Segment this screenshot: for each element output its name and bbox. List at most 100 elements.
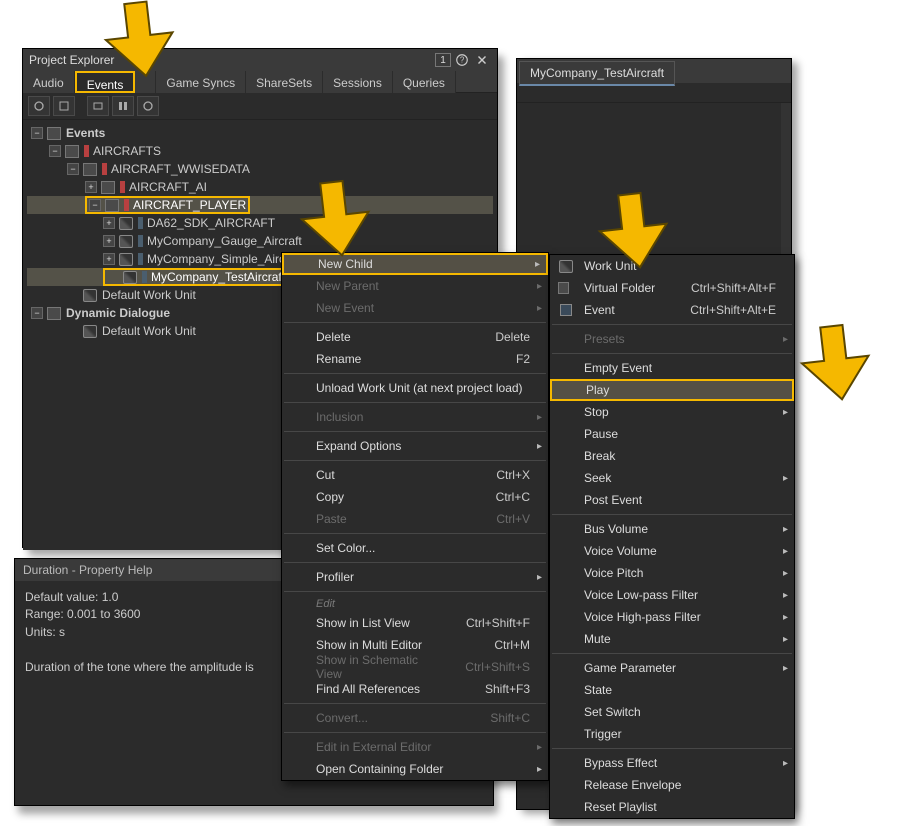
tabs-bar: Audio Events Game Syncs ShareSets Sessio… (23, 71, 497, 93)
toolbar-btn-1[interactable] (28, 96, 50, 116)
toolbar-btn-5[interactable] (137, 96, 159, 116)
submenu-release-env[interactable]: Release Envelope (550, 774, 794, 796)
folder-icon (65, 145, 79, 158)
panel-option-icon[interactable]: 1 (435, 53, 451, 67)
event-icon (558, 303, 574, 317)
submenu-mute[interactable]: Mute (550, 628, 794, 650)
menu-rename[interactable]: RenameF2 (282, 348, 548, 370)
submenu-voice-lp[interactable]: Voice Low-pass Filter (550, 584, 794, 606)
tab-sharesets[interactable]: ShareSets (246, 71, 323, 93)
tree-row-wwisedata[interactable]: − AIRCRAFT_WWISEDATA (27, 160, 493, 178)
tree-label: AIRCRAFT_WWISEDATA (111, 162, 250, 176)
menu-expand-options[interactable]: Expand Options (282, 435, 548, 457)
submenu-voice-pitch[interactable]: Voice Pitch (550, 562, 794, 584)
tree-label: Events (66, 126, 105, 140)
window-titlebar: Project Explorer 1 ? (23, 49, 497, 71)
expander-icon[interactable]: − (31, 307, 43, 319)
red-tag-icon (124, 199, 129, 211)
folder-icon (558, 281, 574, 295)
toolbar-btn-2[interactable] (53, 96, 75, 116)
tab-hidden[interactable] (135, 71, 156, 93)
menu-copy[interactable]: CopyCtrl+C (282, 486, 548, 508)
tree-label: MyCompany_Gauge_Aircraft (147, 234, 302, 248)
submenu-pause[interactable]: Pause (550, 423, 794, 445)
menu-show-list[interactable]: Show in List ViewCtrl+Shift+F (282, 612, 548, 634)
context-menu: New Child New Parent New Event DeleteDel… (281, 252, 549, 781)
submenu-set-switch[interactable]: Set Switch (550, 701, 794, 723)
submenu-post-event[interactable]: Post Event (550, 489, 794, 511)
menu-paste: PasteCtrl+V (282, 508, 548, 530)
menu-convert: Convert...Shift+C (282, 707, 548, 729)
submenu-break[interactable]: Break (550, 445, 794, 467)
menu-set-color[interactable]: Set Color... (282, 537, 548, 559)
menu-find-refs[interactable]: Find All ReferencesShift+F3 (282, 678, 548, 700)
tree-row-gauge[interactable]: + MyCompany_Gauge_Aircraft (27, 232, 493, 250)
expander-icon[interactable]: + (103, 217, 115, 229)
expander-spacer (107, 271, 119, 283)
expander-icon[interactable]: + (85, 181, 97, 193)
tab-events[interactable]: Events (75, 71, 136, 93)
toolbar-btn-4[interactable] (112, 96, 134, 116)
annotation-arrow (796, 320, 901, 413)
toolbar-btn-3[interactable] (87, 96, 109, 116)
tab-sessions[interactable]: Sessions (323, 71, 393, 93)
menu-profiler[interactable]: Profiler (282, 566, 548, 588)
folder-icon (105, 199, 119, 212)
work-unit-icon (123, 271, 137, 284)
tree-label: Default Work Unit (102, 288, 196, 302)
close-icon[interactable] (473, 52, 491, 68)
blue-tag-icon (142, 271, 147, 283)
red-tag-icon (84, 145, 89, 157)
blue-tag-icon (138, 253, 143, 265)
help-icon[interactable]: ? (453, 52, 471, 68)
menu-new-child[interactable]: New Child (282, 253, 548, 275)
work-unit-icon (119, 217, 133, 230)
submenu-event[interactable]: EventCtrl+Shift+Alt+E (550, 299, 794, 321)
submenu-virtual-folder[interactable]: Virtual FolderCtrl+Shift+Alt+F (550, 277, 794, 299)
tab-game-syncs[interactable]: Game Syncs (156, 71, 246, 93)
expander-icon[interactable]: + (103, 235, 115, 247)
tree-row-player[interactable]: − AIRCRAFT_PLAYER (27, 196, 493, 214)
menu-unload[interactable]: Unload Work Unit (at next project load) (282, 377, 548, 399)
submenu-seek[interactable]: Seek (550, 467, 794, 489)
tree-label: AIRCRAFT_PLAYER (133, 198, 246, 212)
work-unit-icon (83, 289, 97, 302)
expander-icon[interactable]: − (31, 127, 43, 139)
submenu-bus-volume[interactable]: Bus Volume (550, 518, 794, 540)
toolbar (23, 93, 497, 120)
submenu-voice-volume[interactable]: Voice Volume (550, 540, 794, 562)
submenu-trigger[interactable]: Trigger (550, 723, 794, 745)
expander-icon[interactable]: − (89, 199, 101, 211)
tree-label: MyCompany_Simple_Aircraft (147, 252, 302, 266)
tree-row-events[interactable]: − Events (27, 124, 493, 142)
submenu-state[interactable]: State (550, 679, 794, 701)
tree-label: DA62_SDK_AIRCRAFT (147, 216, 275, 230)
expander-icon[interactable]: − (49, 145, 61, 157)
submenu-stop[interactable]: Stop (550, 401, 794, 423)
tree-row-aircrafts[interactable]: − AIRCRAFTS (27, 142, 493, 160)
submenu-play[interactable]: Play (550, 379, 794, 401)
submenu-voice-hp[interactable]: Voice High-pass Filter (550, 606, 794, 628)
editor-tab[interactable]: MyCompany_TestAircraft (519, 61, 675, 86)
menu-cut[interactable]: CutCtrl+X (282, 464, 548, 486)
submenu-game-param[interactable]: Game Parameter (550, 657, 794, 679)
blue-tag-icon (138, 235, 143, 247)
menu-delete[interactable]: DeleteDelete (282, 326, 548, 348)
tab-audio[interactable]: Audio (23, 71, 75, 93)
submenu-bypass-effect[interactable]: Bypass Effect (550, 752, 794, 774)
tree-row-da62[interactable]: + DA62_SDK_AIRCRAFT (27, 214, 493, 232)
expander-icon[interactable]: + (103, 253, 115, 265)
menu-new-parent: New Parent (282, 275, 548, 297)
expander-icon[interactable]: − (67, 163, 79, 175)
work-unit-icon (558, 259, 574, 273)
tree-row-ai[interactable]: + AIRCRAFT_AI (27, 178, 493, 196)
menu-group-edit: Edit (282, 595, 548, 612)
submenu-new-child: Work Unit Virtual FolderCtrl+Shift+Alt+F… (549, 254, 795, 819)
window-title: Project Explorer (29, 53, 114, 67)
work-unit-icon (119, 235, 133, 248)
submenu-empty-event[interactable]: Empty Event (550, 357, 794, 379)
submenu-work-unit[interactable]: Work Unit (550, 255, 794, 277)
tab-queries[interactable]: Queries (393, 71, 456, 93)
menu-open-folder[interactable]: Open Containing Folder (282, 758, 548, 780)
submenu-reset-playlist[interactable]: Reset Playlist (550, 796, 794, 818)
